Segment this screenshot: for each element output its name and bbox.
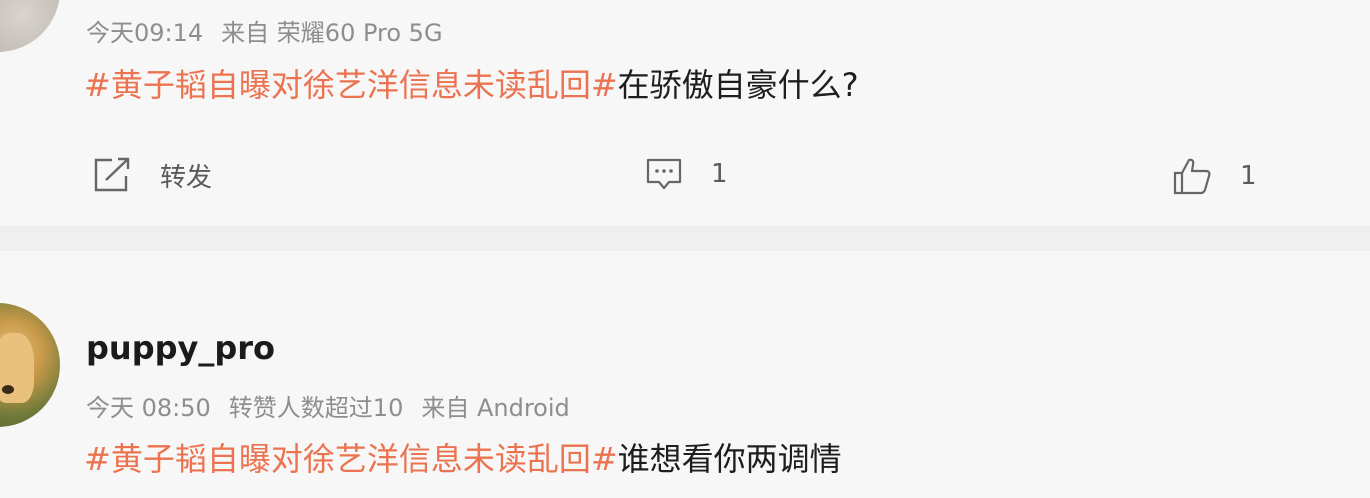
comment-card: 今天09:14 来自 荣耀60 Pro 5G #黄子韬自曝对徐艺洋信息未读乱回#在… [0, 0, 1370, 226]
repost-icon [94, 157, 130, 192]
comment-source: 来自 Android [421, 394, 570, 422]
like-count: 1 [1240, 161, 1257, 191]
comment-text: #黄子韬自曝对徐艺洋信息未读乱回#在骄傲自豪什么? [84, 60, 859, 106]
comment-text: #黄子韬自曝对徐艺洋信息未读乱回#谁想看你两调情 [84, 434, 842, 480]
divider [0, 226, 1370, 252]
repost-label: 转发 [160, 162, 213, 193]
thumbs-up-icon [1173, 158, 1211, 195]
comment-card: puppy_pro 今天 08:50 转赞人数超过10 来自 Android #黄子… [0, 251, 1370, 498]
comment-time: 今天 08:50 [86, 394, 211, 422]
comment-button[interactable]: 1 [645, 156, 728, 192]
reposts-likes-info: 转赞人数超过10 [228, 394, 404, 422]
hashtag-link[interactable]: #黄子韬自曝对徐艺洋信息未读乱回# [84, 66, 618, 104]
like-button[interactable]: 1 [1172, 156, 1257, 196]
comment-meta: 今天 08:50 转赞人数超过10 来自 Android [86, 388, 570, 423]
comment-body: 谁想看你两调情 [617, 440, 842, 478]
avatar[interactable] [0, 303, 60, 427]
repost-button[interactable]: 转发 [92, 156, 212, 194]
comment-source: 来自 荣耀60 Pro 5G [221, 19, 443, 47]
username[interactable]: puppy_pro [86, 329, 275, 367]
comment-body: 在骄傲自豪什么? [617, 66, 859, 104]
comment-time: 今天09:14 [86, 19, 204, 47]
comment-icon [646, 158, 682, 190]
dog-nose [2, 385, 14, 394]
comment-meta: 今天09:14 来自 荣耀60 Pro 5G [86, 13, 443, 48]
comment-count: 1 [711, 159, 728, 189]
avatar[interactable] [0, 0, 60, 52]
hashtag-link[interactable]: #黄子韬自曝对徐艺洋信息未读乱回# [84, 440, 618, 478]
